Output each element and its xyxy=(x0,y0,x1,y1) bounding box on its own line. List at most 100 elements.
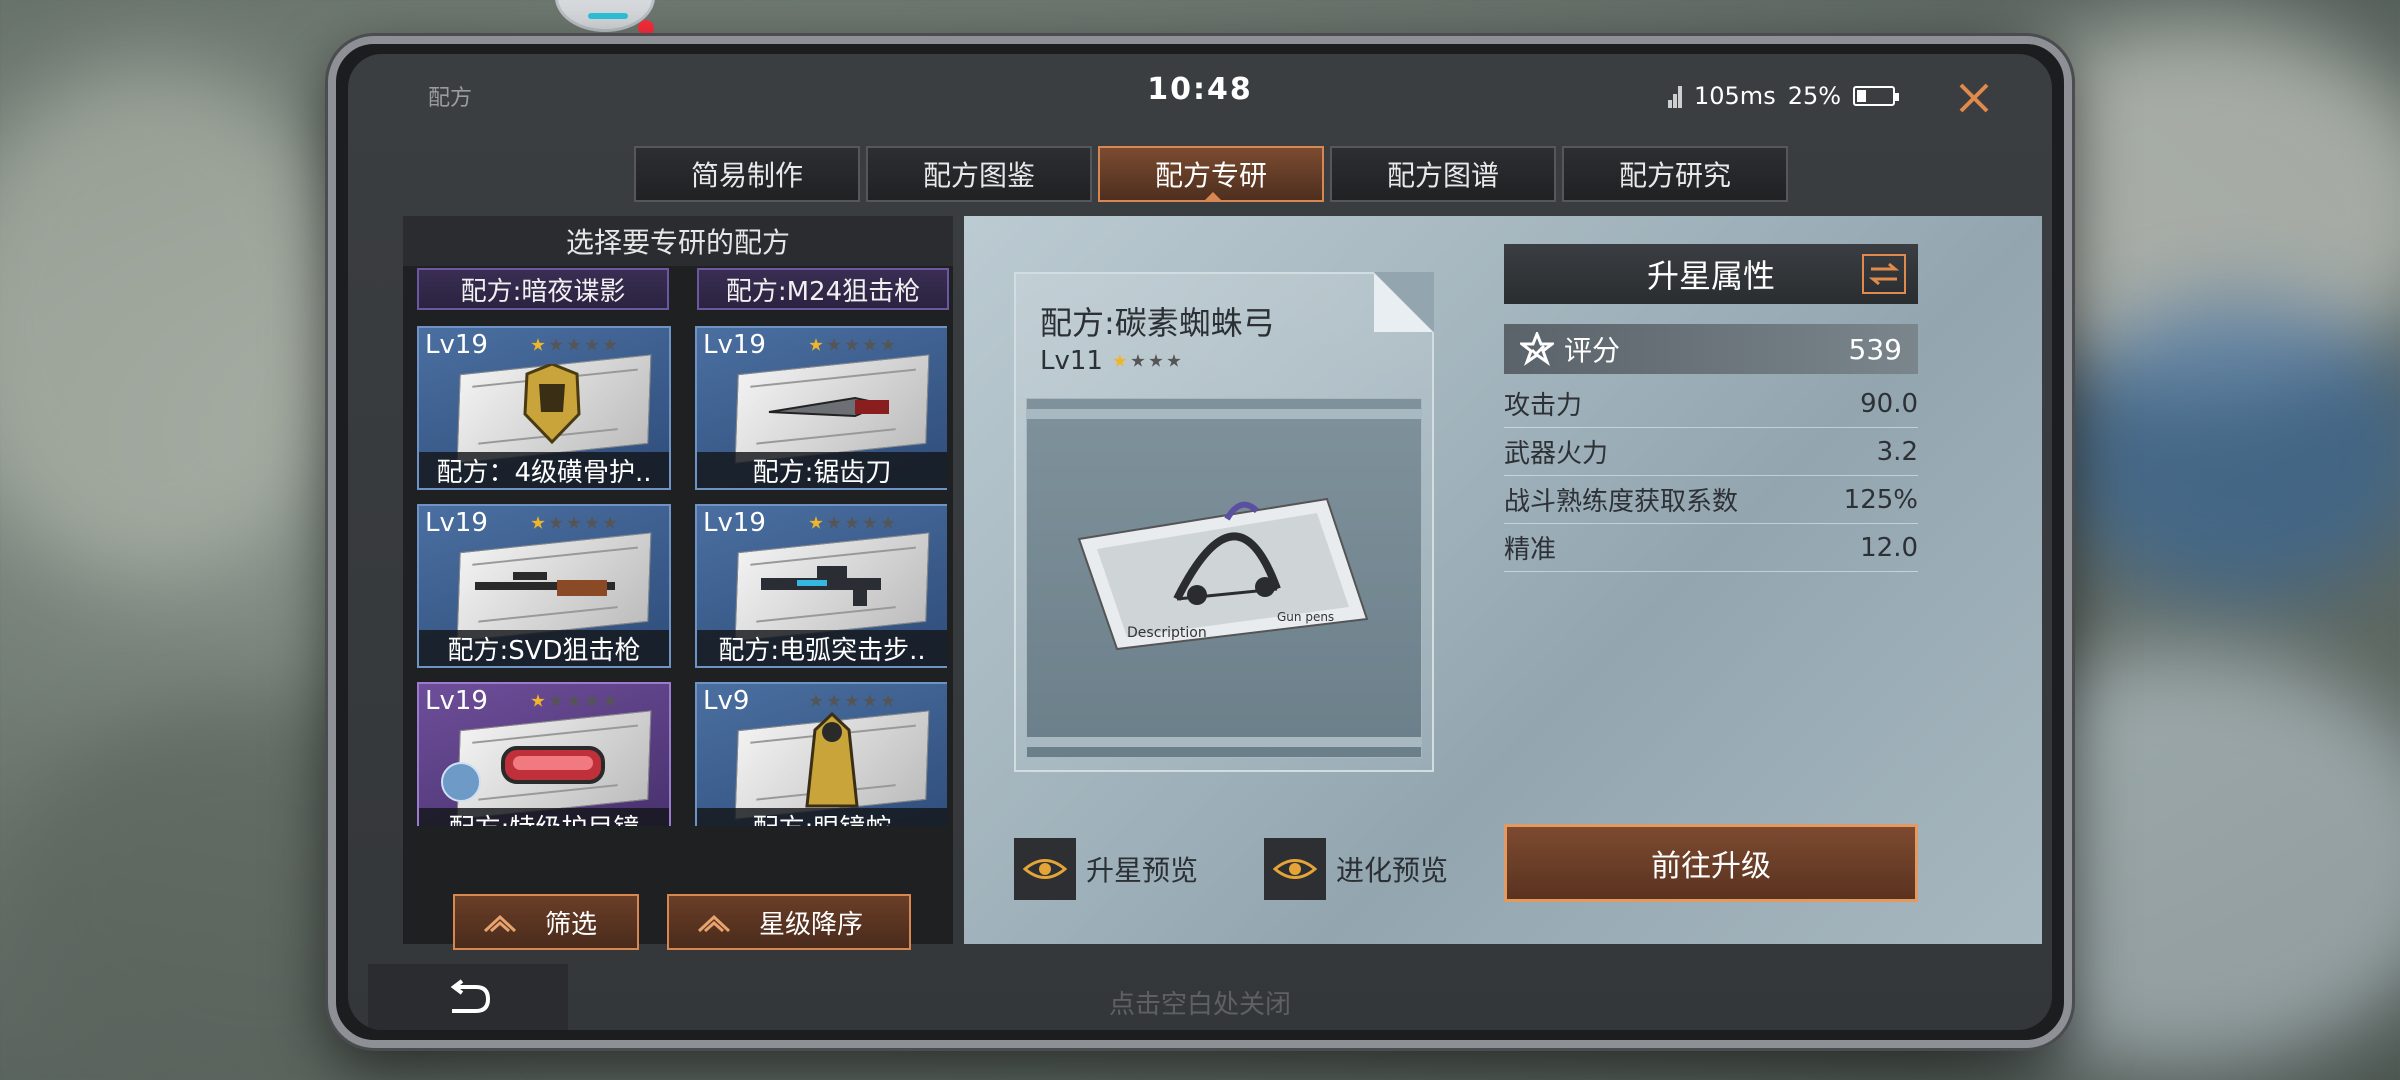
tab-recipe-research[interactable]: 配方研究 xyxy=(1562,146,1788,202)
card-name: 配方:眼镜蛇 xyxy=(697,808,947,826)
attribute-list: 攻击力 90.0 武器火力 3.2 战斗熟练度获取系数 125% 精准 12.0 xyxy=(1504,380,1918,572)
recipe-card[interactable]: Lv19 配方:锯齿刀 xyxy=(695,326,947,490)
attribute-row: 精准 12.0 xyxy=(1504,524,1918,572)
recipe-grid: Lv19 配方：4级磺骨护.. Lv19 配方:锯齿刀 Lv19 配方:SVD狙… xyxy=(417,326,947,826)
recipe-detail-panel: 配方:碳素蜘蛛弓 Lv11 Description Gun pens 升星属性 … xyxy=(964,216,2042,944)
attribute-row: 攻击力 90.0 xyxy=(1504,380,1918,428)
recipe-title: 配方:碳素蜘蛛弓 xyxy=(1040,304,1275,342)
recipe-stars xyxy=(1113,354,1181,368)
card-stars xyxy=(531,516,617,530)
recipe-card[interactable]: Lv19 配方：4级磺骨护.. xyxy=(417,326,671,490)
upgrade-button[interactable]: 前往升级 xyxy=(1504,824,1918,902)
armor-icon xyxy=(523,364,581,444)
close-icon xyxy=(1959,83,1989,113)
attribute-label: 精准 xyxy=(1504,535,1557,565)
recipe-card[interactable]: Lv9 配方:眼镜蛇 xyxy=(695,682,947,826)
card-stars xyxy=(531,694,617,708)
recipe-list-heading: 选择要专研的配方 xyxy=(403,216,953,266)
tab-recipe-study[interactable]: 配方专研 xyxy=(1098,146,1324,202)
card-stars xyxy=(809,338,895,352)
card-name: 配方:电弧突击步.. xyxy=(697,630,947,666)
attribute-label: 武器火力 xyxy=(1504,439,1609,469)
card-stars xyxy=(809,516,895,530)
recipe-card-partial[interactable]: 配方:暗夜谍影 xyxy=(417,268,669,310)
recipe-level: Lv11 xyxy=(1040,346,1103,376)
card-stars xyxy=(531,338,617,352)
tab-recipe-chart[interactable]: 配方图谱 xyxy=(1330,146,1556,202)
recipe-card[interactable]: Lv19 配方:SVD狙击枪 xyxy=(417,504,671,668)
tab-recipe-catalog[interactable]: 配方图鉴 xyxy=(866,146,1092,202)
attributes-title: 升星属性 xyxy=(1646,257,1775,295)
tab-simple-craft[interactable]: 简易制作 xyxy=(634,146,860,202)
attribute-label: 攻击力 xyxy=(1504,391,1583,421)
signal-icon xyxy=(1668,84,1682,108)
knife-icon xyxy=(768,396,889,418)
status-right: 105ms 25% xyxy=(1668,82,1900,110)
background-blur xyxy=(2050,300,2400,600)
card-level: Lv19 xyxy=(703,508,766,538)
evolve-preview-label: 进化预览 xyxy=(1336,854,1449,887)
attribute-value: 125% xyxy=(1843,484,1918,515)
close-hint[interactable]: 点击空白处关闭 xyxy=(348,984,2052,1021)
close-button[interactable] xyxy=(1948,72,2000,124)
card-name: 配方:锯齿刀 xyxy=(697,452,947,488)
card-level: Lv19 xyxy=(425,330,488,360)
swap-icon[interactable] xyxy=(1862,254,1906,294)
device-frame: 配方 10:48 105ms 25% 简易制作 配方图鉴 配方专研 配方图谱 配… xyxy=(328,36,2072,1048)
card-level: Lv19 xyxy=(425,508,488,538)
bottom-bar: 点击空白处关闭 xyxy=(348,962,2052,1030)
sort-label: 星级降序 xyxy=(759,909,864,940)
card-name: 配方:特级护目镜 xyxy=(419,808,669,826)
folded-corner xyxy=(1374,272,1434,332)
card-name: 配方:SVD狙击枪 xyxy=(419,630,669,666)
ping-text: 105ms xyxy=(1694,82,1776,110)
recipe-level-row: Lv11 xyxy=(1040,346,1181,376)
tab-bar: 简易制作 配方图鉴 配方专研 配方图谱 配方研究 xyxy=(634,146,1788,202)
sniper-rifle-icon xyxy=(475,572,615,596)
star-preview-button[interactable]: 升星预览 xyxy=(1014,838,1198,900)
svg-text:Description: Description xyxy=(1127,625,1207,641)
recipe-card[interactable]: Lv19 配方:电弧突击步.. xyxy=(695,504,947,668)
cloak-icon xyxy=(805,711,859,808)
star-preview-label: 升星预览 xyxy=(1086,854,1199,887)
score-row: 评分 539 xyxy=(1504,324,1918,374)
card-stars xyxy=(809,694,895,708)
attribute-value: 3.2 xyxy=(1876,436,1918,467)
attribute-value: 12.0 xyxy=(1860,532,1918,563)
score-star-icon xyxy=(1520,332,1554,366)
battery-text: 25% xyxy=(1787,82,1842,110)
chevron-up-icon xyxy=(483,914,517,933)
assault-rifle-icon xyxy=(761,566,881,606)
attribute-row: 战斗熟练度获取系数 125% xyxy=(1504,476,1918,524)
attribute-row: 武器火力 3.2 xyxy=(1504,428,1918,476)
chevron-up-icon xyxy=(697,914,731,933)
screen: 配方 10:48 105ms 25% 简易制作 配方图鉴 配方专研 配方图谱 配… xyxy=(348,54,2052,1030)
svg-text:Gun pens: Gun pens xyxy=(1277,610,1334,624)
score-label: 评分 xyxy=(1564,334,1621,367)
sort-button[interactable]: 星级降序 xyxy=(667,894,911,950)
evolve-preview-button[interactable]: 进化预览 xyxy=(1264,838,1448,900)
eye-icon xyxy=(1264,838,1326,900)
recipe-card-partial[interactable]: 配方:M24狙击枪 xyxy=(697,268,949,310)
status-bar: 配方 10:48 105ms 25% xyxy=(348,54,2052,124)
notification-dot xyxy=(638,20,654,36)
card-level: Lv19 xyxy=(703,330,766,360)
bow-icon: Description Gun pens xyxy=(1077,497,1369,651)
recipe-list-panel: 选择要专研的配方 配方:暗夜谍影 配方:M24狙击枪 Lv19 配方：4级磺骨护… xyxy=(403,216,953,950)
special-badge-icon xyxy=(441,762,481,802)
background-blur xyxy=(0,60,360,580)
attributes-box: 升星属性 评分 539 攻击力 90.0 武器火力 3.2 战斗熟练度获取系数 … xyxy=(1504,244,1918,572)
score-value: 539 xyxy=(1848,332,1902,366)
attribute-value: 90.0 xyxy=(1860,388,1918,419)
card-level: Lv19 xyxy=(425,686,488,716)
filter-button[interactable]: 筛选 xyxy=(453,894,639,950)
filter-label: 筛选 xyxy=(545,909,598,940)
recipe-top-row: 配方:暗夜谍影 配方:M24狙击枪 xyxy=(417,268,949,310)
recipe-card[interactable]: Lv19 配方:特级护目镜 xyxy=(417,682,671,826)
card-level: Lv9 xyxy=(703,686,750,716)
battery-icon xyxy=(1853,86,1900,106)
card-name: 配方：4级磺骨护.. xyxy=(419,452,669,488)
recipe-document: 配方:碳素蜘蛛弓 Lv11 Description Gun pens xyxy=(1014,272,1434,772)
goggles-icon xyxy=(501,746,605,784)
attributes-header: 升星属性 xyxy=(1504,244,1918,304)
